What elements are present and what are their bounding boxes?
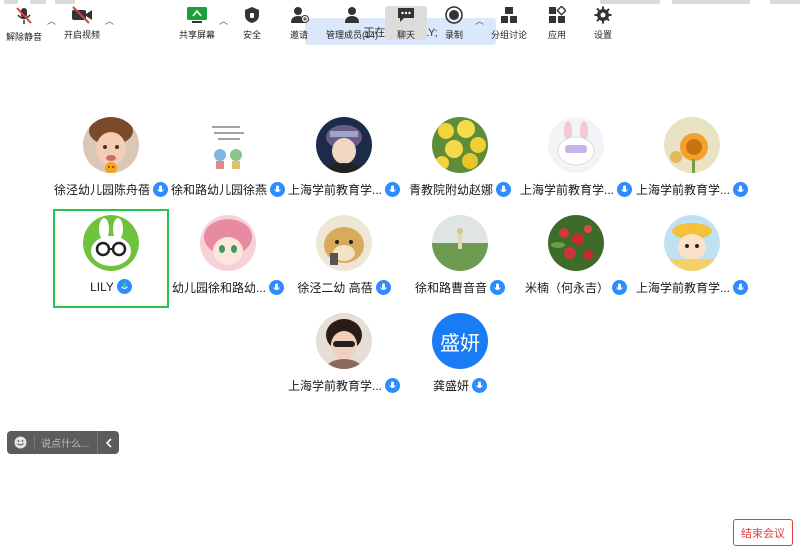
mic-icon (496, 182, 511, 197)
participant-tile[interactable]: 上海学前教育学... (287, 111, 401, 209)
mic-icon (617, 182, 632, 197)
mic-icon (269, 280, 284, 295)
invite-button[interactable]: 邀请 (285, 6, 313, 40)
participants-icon (342, 6, 362, 24)
mic-icon (375, 280, 391, 295)
meeting-toolbar (0, 510, 800, 550)
mic-icon (385, 378, 400, 393)
security-button[interactable]: 安全 (238, 6, 266, 40)
participant-name: LILY (90, 279, 114, 294)
initials-avatar: 盛妍 (432, 313, 488, 369)
participant-name: 上海学前教育学... (519, 183, 614, 197)
participant-name: 上海学前教育学... (635, 281, 730, 295)
breakout-icon (500, 6, 518, 24)
chevron-up-icon[interactable]: ︿ (219, 14, 228, 27)
add-person-icon (289, 6, 309, 24)
smile-icon[interactable] (7, 435, 35, 450)
chat-icon (396, 6, 416, 24)
photo-child-icon (83, 117, 139, 173)
shield-icon (244, 6, 260, 24)
mic-icon (733, 280, 748, 295)
participant-tile[interactable]: 上海学前教育学... (635, 209, 749, 307)
settings-button[interactable]: 设置 (589, 6, 617, 40)
participant-name: 龚盛妍 (432, 379, 469, 393)
unmute-button[interactable]: 解除静音 (6, 6, 42, 42)
anime-pink-icon (200, 215, 256, 271)
participant-tile[interactable]: 米楠（何永吉） (519, 209, 633, 307)
field-icon (432, 215, 488, 271)
apps-icon (548, 6, 566, 24)
participant-tile[interactable]: 上海学前教育学... (635, 111, 749, 209)
video-off-icon (71, 6, 93, 24)
record-icon (445, 6, 463, 24)
chevron-up-icon[interactable]: ︿ (47, 14, 56, 27)
mic-icon (472, 378, 487, 393)
flowers-icon (432, 117, 488, 173)
participant-name: 上海学前教育学... (287, 183, 382, 197)
rabbit-glasses-icon (83, 215, 139, 271)
participant-name: 上海学前教育学... (287, 379, 382, 393)
participant-tile[interactable]: 徐和路幼儿园徐燕 (171, 111, 285, 209)
participant-name: 徐和路曹音音 (414, 281, 487, 295)
mic-icon (385, 182, 400, 197)
participant-name: 徐和路幼儿园徐燕 (171, 183, 267, 197)
participant-name: 上海学前教育学... (635, 183, 730, 197)
participant-tile[interactable]: 青教院附幼赵娜 (403, 111, 517, 209)
start-video-button[interactable]: 开启视频 (63, 6, 101, 40)
participant-tile[interactable]: 上海学前教育学... (519, 111, 633, 209)
participant-name: 徐泾二幼 高蓓 (297, 281, 373, 295)
mic-icon (270, 182, 285, 197)
mic-icon (153, 182, 168, 197)
participant-name: 青教院附幼赵娜 (408, 183, 493, 197)
apps-button[interactable]: 应用 (543, 6, 571, 40)
berries-icon (548, 215, 604, 271)
bunny-icon (548, 117, 604, 173)
participant-tile[interactable]: 徐泾幼儿园陈舟蓓 (54, 111, 168, 209)
participant-tile[interactable]: 上海学前教育学... (287, 307, 401, 405)
share-screen-button[interactable]: 共享屏幕 (178, 6, 216, 40)
participant-tile[interactable]: 幼儿园徐和路幼... (171, 209, 285, 307)
mic-icon (612, 280, 627, 295)
record-button[interactable]: 录制 (440, 6, 468, 40)
chevron-up-icon[interactable]: ︿ (105, 14, 114, 27)
anime-girl-icon (316, 117, 372, 173)
chat-button[interactable]: 聊天 (385, 6, 427, 40)
end-meeting-button[interactable]: 结束会议 (733, 519, 793, 546)
mic-icon (733, 182, 748, 197)
sunflower-icon (664, 117, 720, 173)
mic-muted-icon (15, 6, 33, 26)
chat-input-bubble[interactable]: 说点什么... (7, 431, 119, 454)
meeting-window: 正在讲话: LILY; 徐泾幼儿园陈舟蓓 徐和路幼儿园徐燕 上海学前教育学...… (0, 0, 800, 550)
photo-girl-icon (316, 313, 372, 369)
mic-speaking-icon (116, 279, 132, 294)
participant-name: 幼儿园徐和路幼... (171, 281, 266, 295)
gear-icon (594, 6, 612, 24)
participant-name: 徐泾幼儿园陈舟蓓 (54, 183, 150, 197)
participant-name: 米楠（何永吉） (524, 281, 609, 295)
share-screen-icon (186, 6, 208, 24)
chevron-up-icon[interactable]: ︿ (475, 14, 484, 27)
emoji-badge-icon (105, 161, 117, 173)
participant-tile[interactable]: 徐泾二幼 高蓓 (287, 209, 401, 307)
mic-icon (490, 280, 505, 295)
participant-tile[interactable]: 徐和路曹音音 (403, 209, 517, 307)
drawing-icon (200, 117, 256, 173)
chevron-left-icon[interactable] (97, 431, 119, 454)
manage-participants-button[interactable]: 管理成员(14) (326, 6, 378, 40)
participant-tile[interactable]: 盛妍 龚盛妍 (403, 307, 517, 405)
cartoon-girl-icon (664, 215, 720, 271)
chat-placeholder[interactable]: 说点什么... (35, 435, 97, 450)
breakout-rooms-button[interactable]: 分组讨论 (490, 6, 528, 40)
dog-icon (316, 215, 372, 271)
participant-tile-active[interactable]: LILY (53, 209, 169, 308)
